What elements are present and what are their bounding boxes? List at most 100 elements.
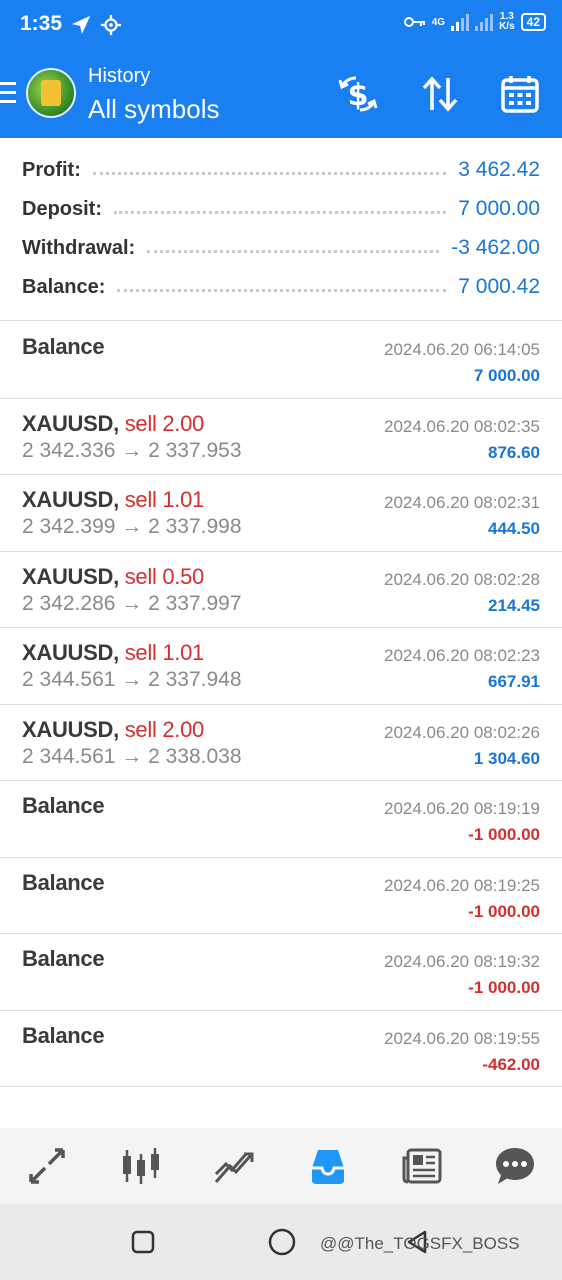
deal-time: 2024.06.20 08:19:32	[384, 952, 540, 971]
deal-symbol: Balance	[22, 1022, 105, 1049]
deal-amount: 214.45	[488, 595, 540, 615]
deal-symbol: Balance	[22, 793, 105, 819]
header-title[interactable]: All symbols	[88, 94, 219, 125]
net-speed: 1.3 K/s	[499, 12, 515, 32]
deal-prices: 2 342.336 → 2 337.953	[22, 438, 242, 462]
leader-dots	[114, 210, 447, 214]
withdrawal-value: -3 462.00	[451, 236, 540, 259]
deal-amount: 1 304.60	[473, 748, 540, 768]
top-bar: 1:35 4G 1.3 K/s 42 History All symbols $	[0, 0, 562, 138]
deal-side: sell 1.01	[124, 640, 205, 665]
deal-time: 2024.06.20 08:02:26	[384, 722, 540, 742]
calendar-icon[interactable]	[498, 72, 542, 116]
home-icon[interactable]	[268, 1228, 296, 1256]
location-arrow-icon	[71, 15, 91, 35]
deal-symbol-name: XAUUSD,	[22, 410, 119, 436]
leader-dots	[92, 171, 447, 175]
system-nav-bar: @@The_TOGSFX_BOSS	[0, 1204, 562, 1280]
deal-symbol: Balance	[22, 869, 105, 896]
deal-amount: 7 000.00	[473, 366, 540, 385]
app-bar: History All symbols $	[0, 52, 562, 138]
deal-row[interactable]: Balance 2024.06.20 08:19:19 -1 000.00	[0, 781, 562, 858]
deal-list: Balance 2024.06.20 06:14:05 7 000.00 XAUUSD…	[0, 322, 562, 1087]
deal-time: 2024.06.20 08:02:31	[384, 493, 540, 512]
deal-amount: 667.91	[488, 672, 540, 691]
nav-chat[interactable]	[468, 1128, 562, 1204]
deal-row[interactable]: Balance 2024.06.20 08:19:55 -462.00	[0, 1011, 562, 1087]
deal-row[interactable]: XAUUSD, sell 0.50 2 342.286 → 2 337.997 20…	[0, 552, 562, 628]
quotes-icon	[29, 1148, 65, 1184]
deal-symbol-name: Balance	[22, 946, 105, 971]
deal-symbol-name: Balance	[22, 793, 105, 818]
deal-symbol-name: XAUUSD,	[22, 563, 119, 589]
deal-row[interactable]: XAUUSD, sell 2.00 2 342.336 → 2 337.953 20…	[0, 399, 562, 475]
nav-history[interactable]	[281, 1128, 375, 1204]
deal-symbol-name: XAUUSD,	[22, 716, 119, 742]
profit-label: Profit:	[22, 158, 81, 181]
network-type: 4G	[431, 16, 446, 28]
menu-icon[interactable]	[0, 82, 16, 104]
settings-gear-icon	[100, 14, 122, 36]
deal-time: 2024.06.20 08:19:25	[384, 875, 540, 895]
news-icon	[402, 1148, 442, 1184]
deal-time: 2024.06.20 08:19:55	[384, 1028, 540, 1048]
deal-symbol-name: XAUUSD,	[22, 487, 119, 512]
withdrawal-label: Withdrawal:	[22, 236, 136, 259]
deal-prices: 2 342.286 → 2 337.997	[22, 591, 242, 615]
leader-dots	[147, 249, 440, 253]
deal-symbol-name: Balance	[22, 1022, 105, 1048]
chart-candles-icon	[122, 1148, 159, 1184]
status-time: 1:35	[20, 12, 63, 35]
deal-amount: -1 000.00	[468, 825, 540, 844]
deal-row[interactable]: XAUUSD, sell 1.01 2 344.561 → 2 337.948 20…	[0, 628, 562, 705]
nav-chart[interactable]	[94, 1128, 188, 1204]
leader-dots	[117, 288, 447, 292]
battery-indicator: 42	[520, 13, 546, 31]
key-icon	[403, 17, 425, 27]
deal-symbol-name: XAUUSD,	[22, 640, 119, 665]
deal-amount: -1 000.00	[468, 901, 540, 921]
deal-symbol: XAUUSD, sell 2.00	[22, 717, 204, 743]
deal-time: 2024.06.20 08:02:23	[384, 646, 540, 665]
deal-symbol: Balance	[22, 334, 105, 360]
deal-row[interactable]: XAUUSD, sell 2.00 2 344.561 → 2 338.038 20…	[0, 705, 562, 781]
deal-symbol: XAUUSD, sell 0.50	[22, 564, 204, 590]
profit-value: 3 462.42	[458, 158, 540, 181]
deal-row[interactable]: Balance 2024.06.20 06:14:05 7 000.00	[0, 322, 562, 399]
signal-strength-2-icon	[475, 13, 494, 31]
trade-icon	[215, 1152, 254, 1183]
signal-strength-icon	[451, 13, 470, 31]
deal-side: sell 1.01	[124, 487, 205, 512]
deal-amount: 876.60	[488, 442, 540, 462]
balance-value: 7 000.42	[458, 275, 540, 298]
recent-apps-icon[interactable]	[131, 1230, 155, 1254]
balance-label: Balance:	[22, 275, 106, 298]
nav-trade[interactable]	[187, 1128, 281, 1204]
symbol-filter-dollar-icon[interactable]: $	[336, 72, 380, 116]
deal-amount: 444.50	[488, 519, 540, 538]
deal-prices: 2 344.561 → 2 337.948	[22, 668, 242, 691]
deal-symbol-name: Balance	[22, 869, 105, 895]
history-inbox-icon	[311, 1150, 344, 1184]
deposit-label: Deposit:	[22, 197, 102, 220]
deal-side: sell 2.00	[124, 716, 205, 742]
summary-withdrawal-row: Withdrawal: -3 462.00	[22, 233, 540, 263]
app-logo	[26, 68, 76, 118]
nav-quotes[interactable]	[0, 1128, 94, 1204]
summary-balance-row: Balance: 7 000.42	[22, 272, 540, 302]
summary-profit-row: Profit: 3 462.42	[22, 155, 540, 185]
account-summary: Profit: 3 462.42 Deposit: 7 000.00 Withd…	[0, 138, 562, 321]
deal-row[interactable]: Balance 2024.06.20 08:19:32 -1 000.00	[0, 934, 562, 1011]
bottom-navigation	[0, 1128, 562, 1204]
sort-arrows-icon[interactable]	[418, 72, 462, 116]
deal-row[interactable]: XAUUSD, sell 1.01 2 342.399 → 2 337.998 20…	[0, 475, 562, 552]
nav-news[interactable]	[375, 1128, 469, 1204]
chat-icon	[496, 1148, 535, 1184]
net-speed-unit: K/s	[499, 21, 515, 32]
deal-row[interactable]: Balance 2024.06.20 08:19:25 -1 000.00	[0, 858, 562, 934]
header-subtitle: History	[88, 65, 151, 87]
deal-amount: -462.00	[482, 1054, 540, 1074]
deal-time: 2024.06.20 08:02:35	[384, 416, 540, 436]
deal-prices: 2 344.561 → 2 338.038	[22, 744, 242, 768]
status-right: 4G 1.3 K/s 42	[403, 12, 546, 32]
